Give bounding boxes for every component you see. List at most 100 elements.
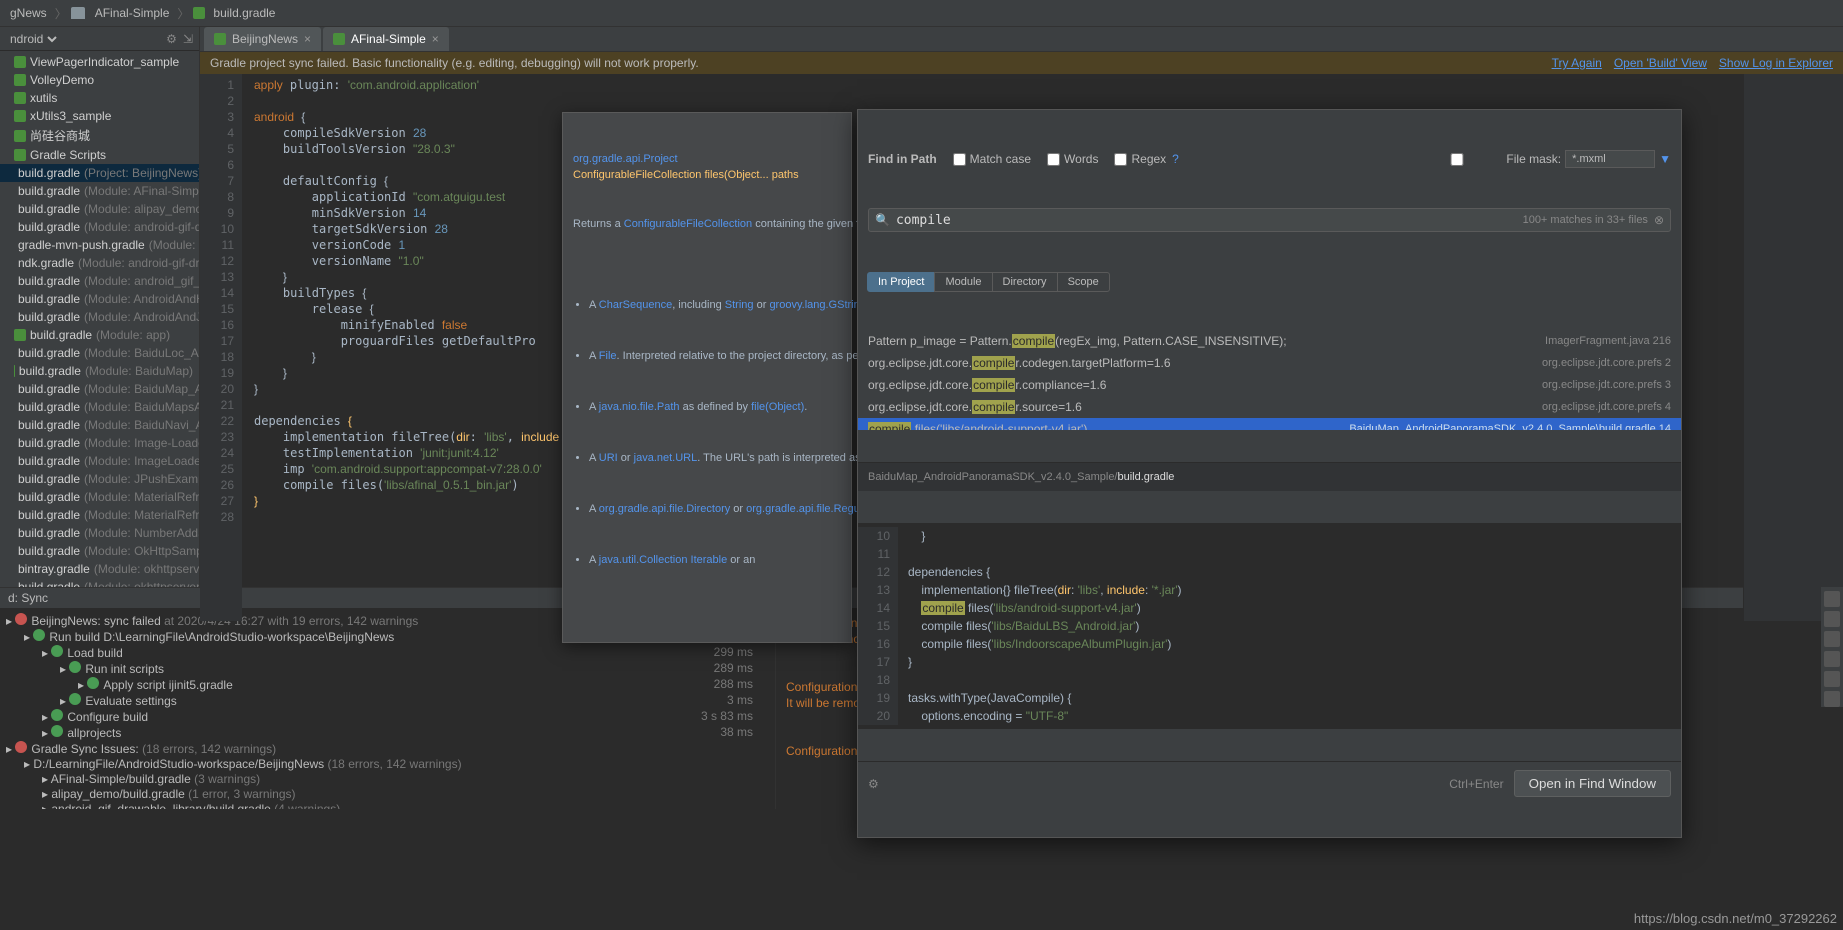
file-mask-checkbox[interactable]: File mask: [1412,151,1561,167]
search-result-row[interactable]: Pattern p_image = Pattern.compile(regEx_… [858,330,1681,352]
open-find-window-button[interactable]: Open in Find Window [1514,770,1671,797]
build-event-row[interactable]: ▸ Run init scripts289 ms [6,661,769,677]
match-case-checkbox[interactable]: Match case [953,151,1031,167]
project-tree-item[interactable]: build.gradle (Module: AndroidAndJs) [0,308,199,326]
project-tree-item[interactable]: build.gradle (Module: BaiduMapsApiD [0,398,199,416]
bc-file[interactable]: build.gradle [209,4,279,22]
preview-pane[interactable]: 1011121314151617181920 } dependencies { … [858,523,1681,729]
gradle-file-icon [214,33,226,45]
build-event-row[interactable]: ▸ Evaluate settings3 ms [6,693,769,709]
close-icon[interactable]: × [432,32,439,46]
search-icon: 🔍 [875,212,890,228]
close-icon[interactable]: × [304,32,311,46]
bc-root[interactable]: gNews [6,4,51,22]
success-icon [51,725,63,737]
build-event-row[interactable]: ▸ allprojects38 ms [6,725,769,741]
project-tree-item[interactable]: xutils [0,89,199,107]
project-tree-item[interactable]: build.gradle (Module: okhttpserver) [0,578,199,587]
editor-area: BeijingNews× AFinal-Simple× Gradle proje… [200,27,1843,587]
project-tree-item[interactable]: build.gradle (Module: AFinal-Simple) [0,182,199,200]
tool-icon[interactable] [1824,691,1840,707]
project-tree-item[interactable]: build.gradle (Module: android_gif_draw [0,272,199,290]
project-tree-item[interactable]: build.gradle (Module: BaiduLoc_Andro [0,344,199,362]
scope-module[interactable]: Module [934,272,992,292]
search-result-row[interactable]: org.eclipse.jdt.core.compiler.source=1.6… [858,396,1681,418]
show-log-link[interactable]: Show Log in Explorer [1719,56,1833,70]
breadcrumb-bar: gNews 〉 AFinal-Simple 〉 build.gradle [0,0,1843,27]
tool-icon[interactable] [1824,591,1840,607]
tab-afinal-simple[interactable]: AFinal-Simple× [323,27,449,51]
results-list[interactable]: Pattern p_image = Pattern.compile(regEx_… [858,330,1681,430]
project-tree-item[interactable]: build.gradle (Module: AndroidAndH5 [0,290,199,308]
project-tree-item[interactable]: Gradle Scripts [0,146,199,164]
tool-icon[interactable] [1824,611,1840,627]
regex-checkbox[interactable]: Regex? [1114,151,1178,167]
project-tree-item[interactable]: ViewPagerIndicator_sample [0,53,199,71]
project-tree-item[interactable]: build.gradle (Module: OkHttpSample) [0,542,199,560]
project-tree-item[interactable]: build.gradle (Module: MaterialRefresh [0,506,199,524]
tab-beijingnews[interactable]: BeijingNews× [204,27,321,51]
scope-directory[interactable]: Directory [992,272,1058,292]
clear-icon[interactable]: ⊗ [1654,212,1664,228]
build-event-row[interactable]: ▸ Apply script ijinit5.gradle288 ms [6,677,769,693]
project-tree[interactable]: ViewPagerIndicator_sample VolleyDemo xut… [0,51,199,587]
scope-in-project[interactable]: In Project [867,272,935,292]
project-tree-item[interactable]: xUtils3_sample [0,107,199,125]
scope-scope[interactable]: Scope [1057,272,1110,292]
build-event-row[interactable]: ▸ Load build299 ms [6,645,769,661]
build-event-row[interactable]: ▸ android_gif_drawable_library/build.gra… [6,802,769,809]
project-tree-item[interactable]: build.gradle (Module: NumberAddSub [0,524,199,542]
tool-icon[interactable] [1824,631,1840,647]
build-event-row[interactable]: ▸ AFinal-Simple/build.gradle (3 warnings… [6,772,769,787]
build-event-row[interactable]: ▸ D:/LearningFile/AndroidStudio-workspac… [6,757,769,772]
build-event-row[interactable]: ▸ Gradle Sync Issues: (18 errors, 142 wa… [6,741,769,757]
file-mask-input[interactable] [1565,150,1655,168]
project-tree-item[interactable]: gradle-mvn-push.gradle (Module: and [0,236,199,254]
project-tree-item[interactable]: build.gradle (Module: BaiduMap_Andro [0,380,199,398]
code-editor[interactable]: 1234567891011121314151617181920212223242… [200,74,1843,621]
project-tree-item[interactable]: 尚硅谷商城 [0,125,199,146]
build-event-row[interactable]: ▸ alipay_demo/build.gradle (1 error, 3 w… [6,787,769,802]
project-tree-item[interactable]: build.gradle (Module: android-gif-draw [0,218,199,236]
project-tree-item[interactable]: build.gradle (Module: BaiduMap) [0,362,199,380]
search-result-row[interactable]: compile files('libs/android-support-v4.j… [858,418,1681,430]
project-tree-item[interactable]: bintray.gradle (Module: okhttpserver) [0,560,199,578]
build-event-row[interactable]: ▸ Configure build3 s 83 ms [6,709,769,725]
view-dropdown[interactable]: ndroid [6,31,60,47]
project-tree-item[interactable]: VolleyDemo [0,71,199,89]
search-result-row[interactable]: org.eclipse.jdt.core.compiler.compliance… [858,374,1681,396]
project-tree-item[interactable]: build.gradle (Module: ImageLoader_lib [0,452,199,470]
words-checkbox[interactable]: Words [1047,151,1098,167]
doc-li: A org.gradle.api.file.Directory or org.g… [589,502,841,517]
code-content[interactable]: apply plugin: 'com.android.application' … [242,74,1743,621]
gradle-file-icon [14,56,26,68]
project-tree-item[interactable]: ndk.gradle (Module: android-gif-draw [0,254,199,272]
gear-icon[interactable]: ⚙ [868,776,879,792]
bc-folder[interactable]: AFinal-Simple [91,4,174,22]
filter-icon[interactable]: ▼ [1659,151,1671,167]
project-tree-item[interactable]: build.gradle (Module: JPushExample(5 [0,470,199,488]
search-result-row[interactable]: org.eclipse.jdt.core.compiler.codegen.ta… [858,352,1681,374]
success-icon [87,677,99,689]
tool-icon[interactable] [1824,671,1840,687]
project-view-selector[interactable]: ndroid ⚙ ⇲ [0,27,199,51]
project-tree-item[interactable]: build.gradle (Project: BeijingNews) [0,164,199,182]
try-again-link[interactable]: Try Again [1552,56,1602,70]
search-input[interactable] [896,213,1517,228]
success-icon [69,661,81,673]
minimap[interactable] [1743,74,1843,621]
collapse-icon[interactable]: ⇲ [183,32,193,46]
project-tree-item[interactable]: build.gradle (Module: Image-Loader-S [0,434,199,452]
search-field-wrapper: 🔍 100+ matches in 33+ files ⊗ [868,208,1671,232]
gradle-file-icon [14,329,26,341]
project-tree-item[interactable]: build.gradle (Module: BaiduNavi_Andr [0,416,199,434]
success-icon [51,645,63,657]
project-tree-item[interactable]: build.gradle (Module: MaterialRefresh [0,488,199,506]
gear-icon[interactable]: ⚙ [166,32,177,46]
open-build-view-link[interactable]: Open 'Build' View [1614,56,1707,70]
gradle-file-icon [14,130,26,142]
project-tree-item[interactable]: build.gradle (Module: alipay_demo) [0,200,199,218]
gradle-file-icon [14,365,15,377]
project-tree-item[interactable]: build.gradle (Module: app) [0,326,199,344]
tool-icon[interactable] [1824,651,1840,667]
